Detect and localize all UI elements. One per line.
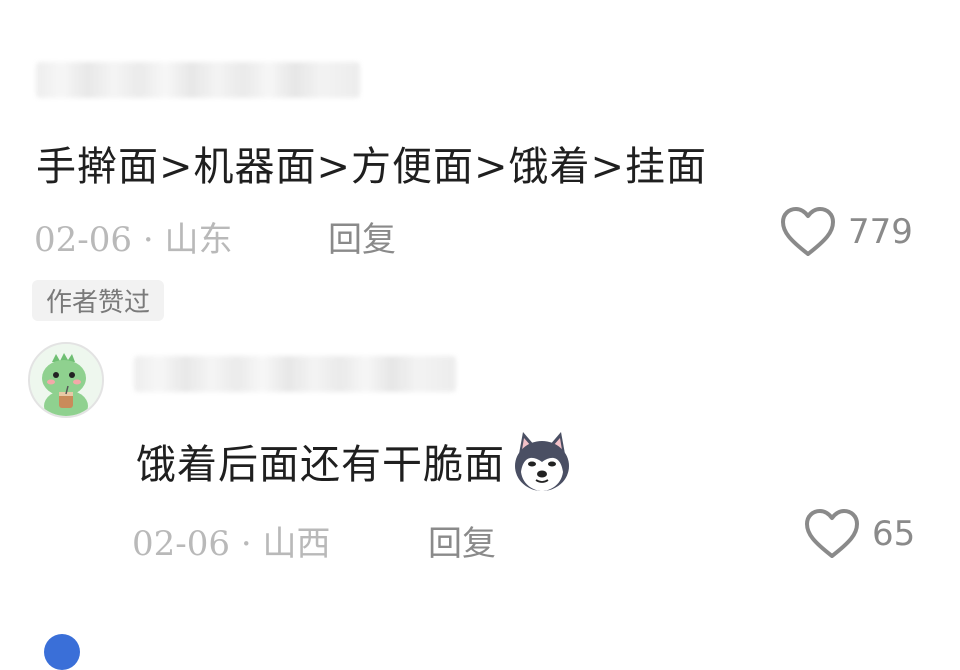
comment-date: 02-06 [34,220,133,260]
comment-text-content: 饿着后面还有干脆面 [136,442,505,488]
comment-location: · 山西 [240,524,331,564]
husky-dog-emoji-icon [515,432,569,491]
heart-outline-icon [805,509,859,558]
next-comment-avatar-edge[interactable] [44,634,80,670]
heart-outline-icon [781,207,835,256]
avatar[interactable] [28,342,104,418]
reply-button[interactable]: 回复 [328,212,396,261]
like-button[interactable]: 779 [780,206,913,258]
username-blurred[interactable] [36,62,360,98]
like-count: 65 [872,514,916,554]
comment-text: 手擀面>机器面>方便面>饿着>挂面 [36,144,708,190]
comment-date: 02-06 [132,524,231,564]
comment-meta: 02-06 · 山东 [34,212,232,261]
username-blurred[interactable] [134,356,456,392]
reply-button[interactable]: 回复 [428,516,496,565]
comment-location: · 山东 [142,220,233,260]
comment-meta: 02-06 · 山西 [132,516,330,565]
comment-text: 饿着后面还有干脆面 [136,428,575,494]
like-count: 779 [848,212,913,252]
author-liked-badge: 作者赞过 [32,280,165,321]
like-button[interactable]: 65 [804,508,915,560]
dinosaur-avatar-icon [30,344,102,416]
